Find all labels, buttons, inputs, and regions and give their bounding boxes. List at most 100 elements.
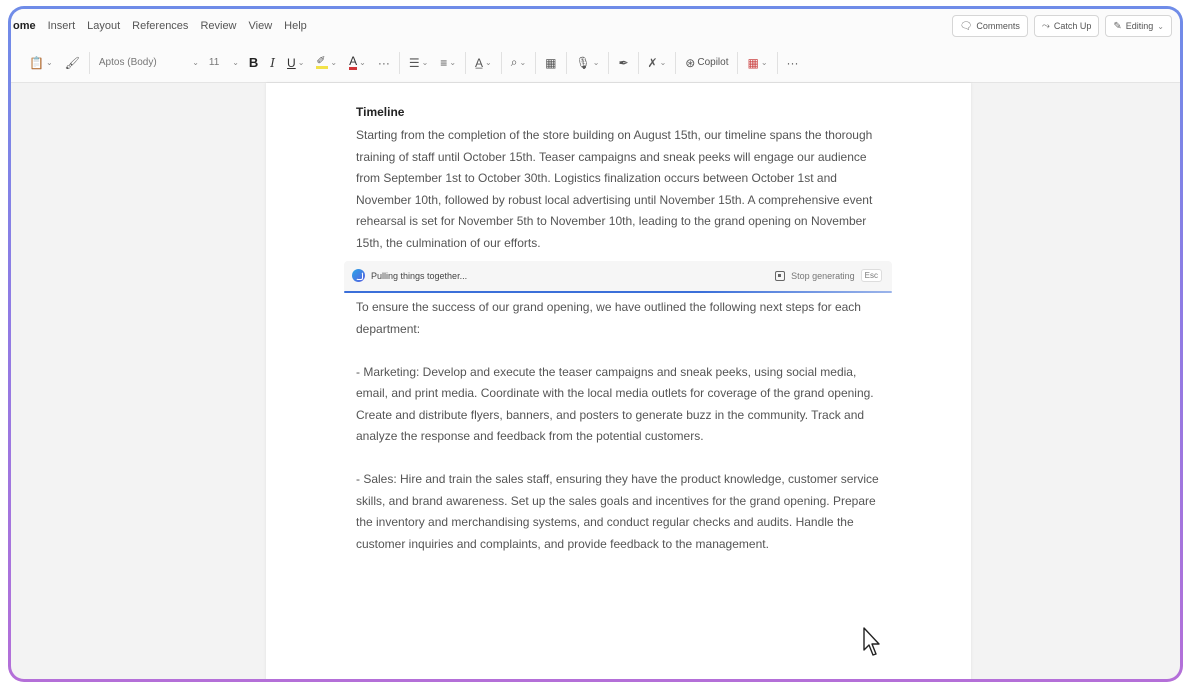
divider bbox=[776, 51, 778, 74]
pencil-icon: ✎ bbox=[1113, 20, 1122, 32]
stop-generating-label: Stop generating bbox=[791, 270, 855, 281]
divider bbox=[465, 51, 467, 74]
table-icon: ▦ bbox=[747, 55, 759, 70]
catchup-label: Catch Up bbox=[1053, 21, 1092, 31]
ribbon-toolbar: 📋 ⌄ 🖌 Aptos (Body) ⌄ 11 ⌄ B I U ⌄ ✐ ⌄ A … bbox=[11, 43, 1180, 83]
chevron-down-icon: ⌄ bbox=[192, 58, 199, 67]
catchup-icon: ⤳ bbox=[1041, 20, 1050, 32]
chevron-down-icon: ⌄ bbox=[232, 58, 239, 67]
align-icon: ≡ bbox=[440, 55, 448, 70]
layout-icon: ▦ bbox=[545, 55, 557, 70]
chevron-down-icon: ⌄ bbox=[659, 58, 667, 67]
window-frame: ome Insert Layout References Review View… bbox=[8, 6, 1183, 682]
ribbon-tabs: ome Insert Layout References Review View… bbox=[11, 9, 313, 43]
italic-button[interactable]: I bbox=[264, 50, 281, 76]
ribbon-overflow-button[interactable]: ··· bbox=[781, 50, 805, 76]
chevron-down-icon: ⌄ bbox=[297, 58, 305, 67]
next-steps-intro[interactable]: To ensure the success of our grand openi… bbox=[356, 297, 886, 340]
designer-button[interactable]: ▦ bbox=[539, 50, 562, 76]
more-font-options-button[interactable]: ··· bbox=[372, 50, 396, 76]
copilot-button[interactable]: ⊛ Copilot bbox=[679, 50, 734, 76]
generating-status: Pulling things together... bbox=[352, 269, 467, 282]
tab-layout[interactable]: Layout bbox=[81, 9, 126, 43]
bullets-button[interactable]: ☰ ⌄ bbox=[403, 50, 434, 76]
underline-button[interactable]: U ⌄ bbox=[281, 50, 310, 76]
chevron-down-icon: ⌄ bbox=[485, 58, 492, 67]
document-body-generated: To ensure the success of our grand openi… bbox=[356, 297, 886, 555]
chevron-down-icon: ⌄ bbox=[449, 58, 457, 67]
copilot-icon: ⊛ bbox=[685, 55, 696, 70]
chevron-down-icon: ⌄ bbox=[359, 58, 366, 67]
comments-label: Comments bbox=[976, 21, 1020, 31]
underline-glyph: U bbox=[287, 55, 296, 70]
format-painter-button[interactable]: 🖌 bbox=[59, 50, 86, 76]
comment-icon: 🗨 bbox=[959, 20, 973, 32]
tab-home[interactable]: ome bbox=[11, 9, 42, 43]
font-size-value: 11 bbox=[208, 57, 220, 68]
header-actions: 🗨 Comments ⤳ Catch Up ✎ Editing ⌄ bbox=[951, 15, 1180, 37]
progress-line bbox=[344, 291, 892, 293]
clipboard-icon: 📋 bbox=[29, 55, 44, 70]
tab-bar: ome Insert Layout References Review View… bbox=[11, 9, 1180, 43]
highlighter-icon: ✐ bbox=[316, 56, 329, 69]
divider bbox=[637, 51, 639, 74]
mouse-pointer-icon bbox=[863, 627, 880, 656]
editing-mode-button[interactable]: ✎ Editing ⌄ bbox=[1105, 15, 1172, 37]
stop-generating-button[interactable]: Stop generating Esc bbox=[775, 269, 882, 282]
chevron-down-icon: ⌄ bbox=[45, 58, 53, 67]
paste-button[interactable]: 📋 ⌄ bbox=[23, 50, 59, 76]
sales-paragraph[interactable]: - Sales: Hire and train the sales staff,… bbox=[356, 469, 886, 555]
copilot-generating-bar: Pulling things together... Stop generati… bbox=[344, 261, 892, 293]
divider bbox=[675, 51, 677, 74]
tab-review[interactable]: Review bbox=[194, 9, 242, 43]
bold-button[interactable]: B bbox=[243, 50, 264, 76]
dictate-button[interactable]: 🎙 ⌄ bbox=[570, 50, 606, 76]
microphone-icon: 🎙 bbox=[575, 55, 591, 70]
editor-button[interactable]: ✒ bbox=[612, 50, 634, 76]
font-size-dropdown[interactable]: 11 ⌄ bbox=[205, 52, 243, 74]
divider bbox=[500, 51, 502, 74]
chevron-down-icon: ⌄ bbox=[1157, 21, 1164, 31]
highlight-button[interactable]: ✐ ⌄ bbox=[310, 50, 343, 76]
comments-button[interactable]: 🗨 Comments bbox=[951, 15, 1028, 37]
chevron-down-icon: ⌄ bbox=[519, 58, 527, 67]
marketing-paragraph[interactable]: - Marketing: Develop and execute the tea… bbox=[356, 362, 886, 448]
section-heading: Timeline bbox=[356, 105, 405, 119]
divider bbox=[565, 51, 567, 74]
word-window: ome Insert Layout References Review View… bbox=[11, 9, 1180, 679]
font-color-button[interactable]: A ⌄ bbox=[343, 50, 372, 76]
chevron-down-icon: ⌄ bbox=[421, 58, 429, 67]
catchup-button[interactable]: ⤳ Catch Up bbox=[1033, 15, 1100, 37]
styles-button[interactable]: A̲ ⌄ bbox=[469, 50, 498, 76]
search-icon: ⌕ bbox=[510, 55, 518, 69]
document-page[interactable]: Timeline Starting from the completion of… bbox=[266, 83, 971, 679]
document-body-top: Timeline Starting from the completion of… bbox=[356, 105, 886, 254]
editor-pen-icon: ✒ bbox=[618, 55, 629, 70]
styles-icon: A̲ bbox=[475, 55, 484, 70]
esc-key-hint: Esc bbox=[860, 269, 882, 282]
divider bbox=[535, 51, 537, 74]
chevron-down-icon: ⌄ bbox=[330, 58, 338, 67]
font-name-dropdown[interactable]: Aptos (Body) ⌄ bbox=[93, 52, 205, 74]
timeline-paragraph[interactable]: Starting from the completion of the stor… bbox=[356, 125, 886, 254]
clear-format-button[interactable]: ✗ ⌄ bbox=[642, 50, 673, 76]
bullet-list-icon: ☰ bbox=[408, 55, 420, 70]
table-button[interactable]: ▦ ⌄ bbox=[741, 50, 773, 76]
generating-status-text: Pulling things together... bbox=[371, 270, 468, 281]
tab-help[interactable]: Help bbox=[278, 9, 313, 43]
align-button[interactable]: ≡ ⌄ bbox=[434, 50, 462, 76]
divider bbox=[88, 51, 90, 74]
tab-view[interactable]: View bbox=[243, 9, 279, 43]
divider bbox=[398, 51, 400, 74]
copilot-label: Copilot bbox=[697, 57, 729, 68]
divider bbox=[608, 51, 610, 74]
find-button[interactable]: ⌕ ⌄ bbox=[505, 50, 532, 76]
format-painter-icon: 🖌 bbox=[64, 55, 80, 70]
divider bbox=[737, 51, 739, 74]
clear-format-icon: ✗ bbox=[647, 55, 658, 70]
tab-insert[interactable]: Insert bbox=[42, 9, 82, 43]
chevron-down-icon: ⌄ bbox=[760, 58, 768, 67]
tab-references[interactable]: References bbox=[126, 9, 194, 43]
